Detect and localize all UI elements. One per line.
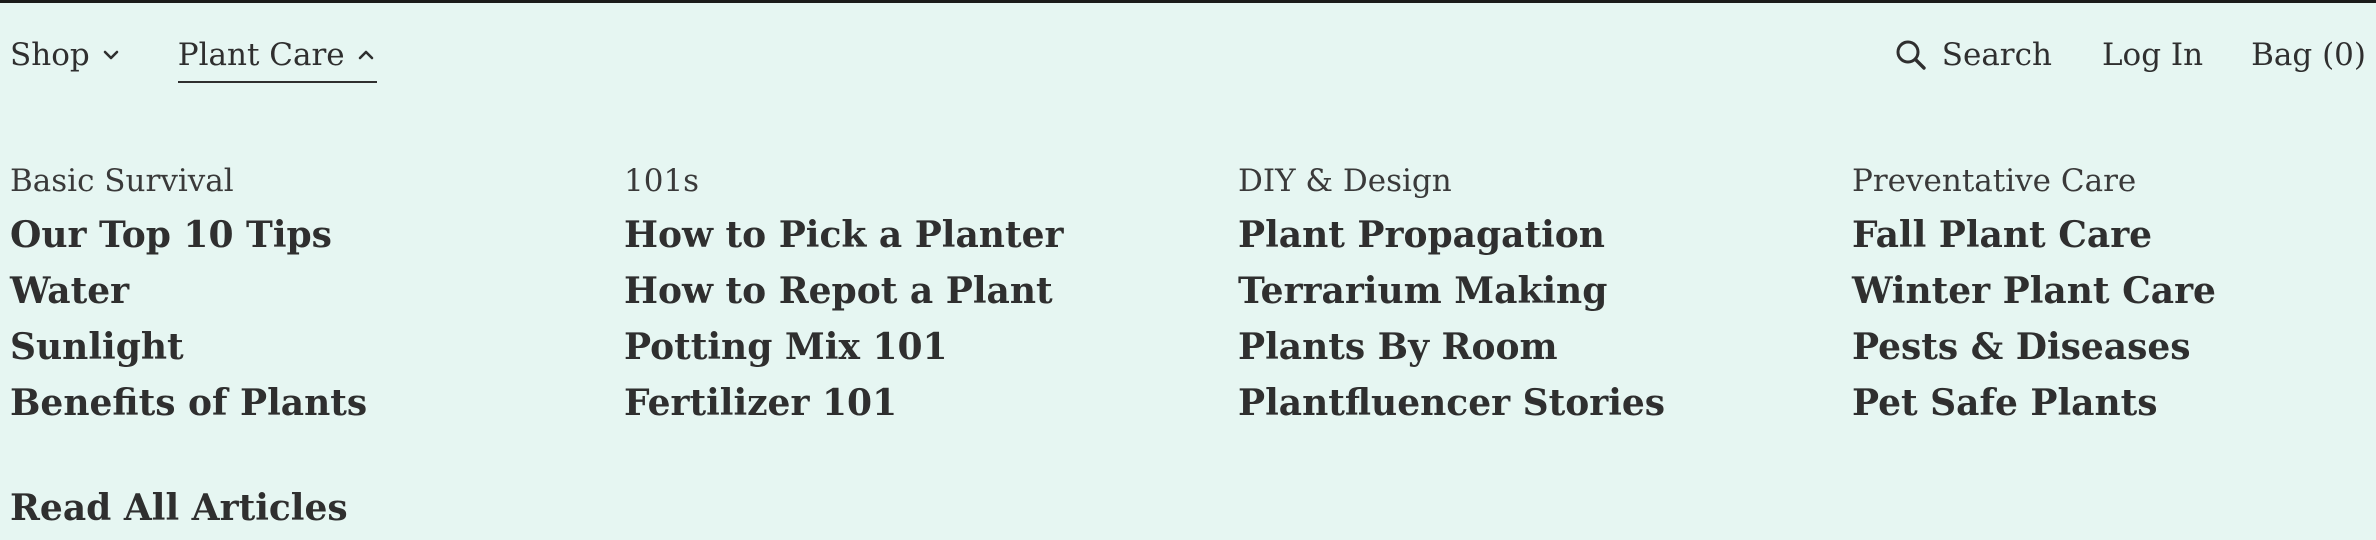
menu-link[interactable]: Fertilizer 101: [624, 375, 1224, 431]
column-links: Fall Plant Care Winter Plant Care Pests …: [1852, 207, 2376, 431]
column-heading: Basic Survival: [10, 163, 234, 199]
menu-link[interactable]: Plant Propagation: [1238, 207, 1838, 263]
primary-nav: Shop Plant Care: [10, 33, 377, 83]
menu-link[interactable]: Terrarium Making: [1238, 263, 1838, 319]
column-heading: Preventative Care: [1852, 163, 2137, 199]
menu-link[interactable]: How to Repot a Plant: [624, 263, 1224, 319]
menu-column-101s: 101s How to Pick a Planter How to Repot …: [624, 155, 1224, 431]
read-all-articles-link[interactable]: Read All Articles: [10, 480, 348, 536]
nav-shop-label: Shop: [10, 37, 90, 73]
menu-column-basic-survival: Basic Survival Our Top 10 Tips Water Sun…: [10, 155, 610, 431]
column-links: How to Pick a Planter How to Repot a Pla…: [624, 207, 1224, 431]
menu-link[interactable]: Plants By Room: [1238, 319, 1838, 375]
nav-plant-care-label: Plant Care: [177, 37, 345, 73]
menu-column-preventative-care: Preventative Care Fall Plant Care Winter…: [1852, 155, 2376, 431]
chevron-up-icon: [358, 50, 373, 60]
menu-link[interactable]: Our Top 10 Tips: [10, 207, 610, 263]
chevron-down-icon: [103, 50, 119, 60]
site-header: Shop Plant Care Search Log In Bag (0): [0, 3, 2376, 108]
nav-plant-care[interactable]: Plant Care: [177, 33, 377, 83]
menu-link[interactable]: Sunlight: [10, 319, 610, 375]
search-icon: [1896, 40, 1926, 70]
search-button[interactable]: Search: [1894, 33, 2052, 77]
menu-link[interactable]: Plantfluencer Stories: [1238, 375, 1838, 431]
column-heading: 101s: [624, 163, 700, 199]
menu-column-diy-design: DIY & Design Plant Propagation Terrarium…: [1238, 155, 1838, 431]
column-heading: DIY & Design: [1238, 163, 1452, 199]
menu-link[interactable]: Pests & Diseases: [1852, 319, 2376, 375]
menu-link[interactable]: Pet Safe Plants: [1852, 375, 2376, 431]
menu-link[interactable]: Fall Plant Care: [1852, 207, 2376, 263]
utility-nav: Search Log In Bag (0): [1894, 33, 2366, 77]
column-links: Plant Propagation Terrarium Making Plant…: [1238, 207, 1838, 431]
menu-link[interactable]: Benefits of Plants: [10, 375, 610, 431]
column-links: Our Top 10 Tips Water Sunlight Benefits …: [10, 207, 610, 431]
menu-link[interactable]: Potting Mix 101: [624, 319, 1224, 375]
login-link[interactable]: Log In: [2102, 33, 2203, 77]
menu-link[interactable]: How to Pick a Planter: [624, 207, 1224, 263]
menu-link[interactable]: Water: [10, 263, 610, 319]
nav-shop[interactable]: Shop: [10, 33, 122, 83]
search-label: Search: [1941, 37, 2052, 73]
menu-link[interactable]: Winter Plant Care: [1852, 263, 2376, 319]
bag-link[interactable]: Bag (0): [2251, 33, 2366, 77]
